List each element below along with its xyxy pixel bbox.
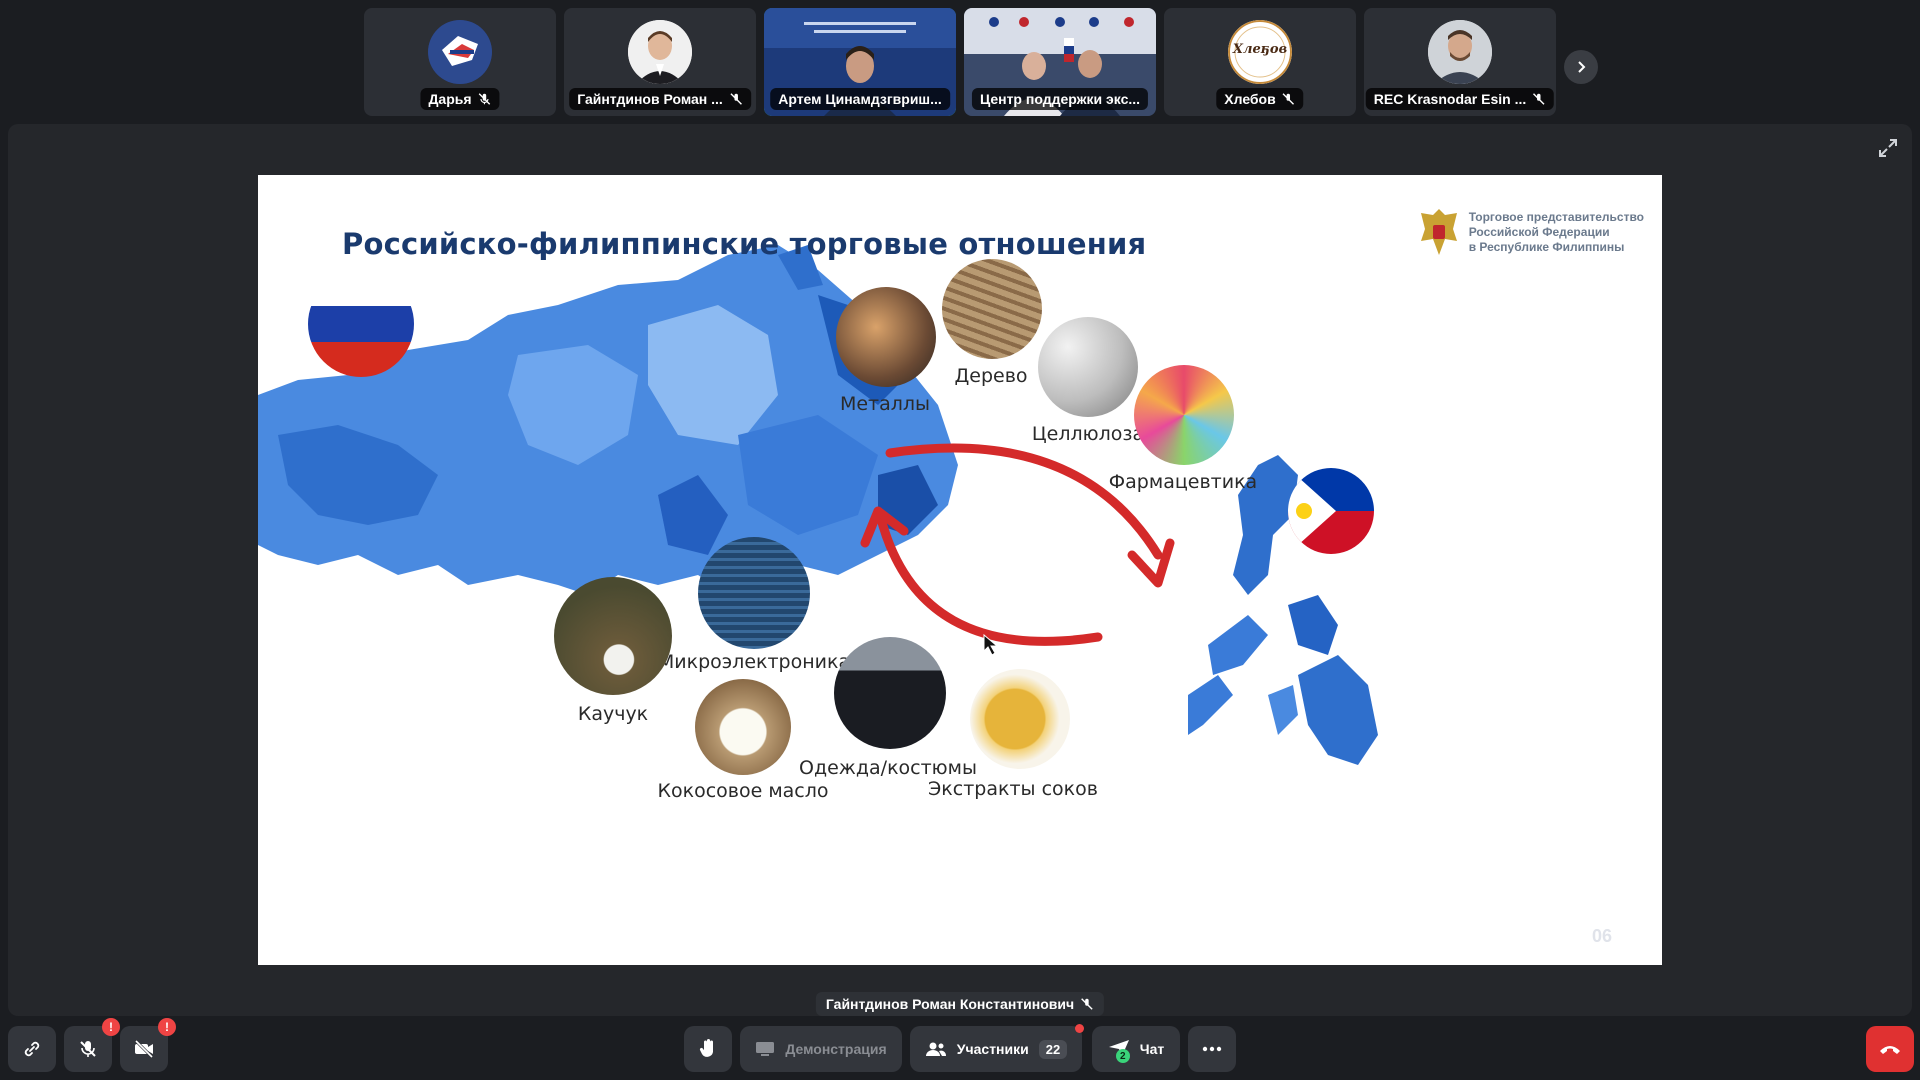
screen-share-button[interactable]: Демонстрация [740, 1026, 902, 1072]
import-label-juice-extracts: Экстракты соков [928, 778, 1098, 800]
cellulose-image [1038, 317, 1138, 417]
clothing-image [834, 637, 946, 749]
export-label-wood: Дерево [954, 365, 1028, 387]
next-participants-button[interactable] [1564, 50, 1598, 84]
hang-up-icon [1880, 1046, 1900, 1054]
chat-unread-badge: 2 [1115, 1049, 1130, 1063]
russian-emblem-icon [1420, 209, 1457, 255]
russia-flag-icon [308, 271, 414, 377]
mic-off-icon [1282, 93, 1295, 105]
participant-name-label: Центр поддержки экс... [971, 88, 1149, 110]
hand-icon [699, 1039, 713, 1057]
coconut-oil-image [695, 679, 791, 775]
import-label-coconut-oil: Кокосовое масло [657, 780, 829, 802]
camera-off-icon [134, 1039, 154, 1059]
import-label-rubber: Каучук [577, 703, 649, 725]
active-speaker-label: Гайнтдинов Роман Константинович [815, 992, 1105, 1016]
philippines-flag-icon [1288, 468, 1374, 554]
import-label-clothing: Одежда/костюмы [798, 757, 978, 779]
screen-share-icon [756, 1042, 775, 1056]
export-label-metals: Металлы [839, 393, 931, 415]
chat-button[interactable]: 2 Чат [1092, 1026, 1180, 1072]
participant-tile[interactable]: Хлеҕов Хлебов [1164, 8, 1356, 116]
participant-name-label: Гайнтдинов Роман ... [569, 88, 751, 110]
more-options-button[interactable] [1188, 1026, 1236, 1072]
participant-name-label: Хлебов [1216, 88, 1304, 110]
screen-share-stage: Российско-филиппинские торговые отношени… [8, 124, 1912, 1016]
link-icon [24, 1041, 40, 1057]
trade-mission-logo: Торговое представительство Российской Фе… [1417, 205, 1644, 259]
participant-tile-active[interactable]: Артем Цинамдзгвриш... [764, 8, 956, 116]
mic-off-icon [1081, 998, 1093, 1010]
metals-image [836, 287, 936, 387]
chevron-right-icon [1578, 61, 1586, 73]
fullscreen-icon[interactable] [1876, 136, 1900, 160]
bakery-logo: Хлеҕов [1232, 42, 1288, 57]
microelectronics-image [698, 537, 810, 649]
wood-image [942, 259, 1042, 359]
participant-strip: Дарья Гайнтдинов Роман ... Артем Цинамдз… [364, 8, 1556, 116]
participant-name-label: Дарья [420, 88, 500, 110]
export-label-cellulose: Целлюлоза [1031, 423, 1145, 445]
microphone-toggle-button[interactable]: ! [64, 1018, 120, 1072]
participant-tile[interactable]: Центр поддержки экс... [964, 8, 1156, 116]
mic-off-icon [478, 93, 491, 105]
trade-mission-line-2: Российской Федерации [1468, 224, 1610, 239]
people-icon [925, 1042, 946, 1056]
chat-label: Чат [1139, 1041, 1165, 1057]
participant-name-label: REC Krasnodar Esin ... [1365, 88, 1555, 110]
more-dots-icon [1202, 1046, 1222, 1052]
rubber-image [554, 577, 672, 695]
juice-extract-image [970, 669, 1070, 769]
end-call-button[interactable] [1866, 1026, 1914, 1072]
mic-off-icon [730, 93, 742, 105]
participant-name-label: Артем Цинамдзгвриш... [770, 88, 950, 110]
camera-warning-badge: ! [158, 1018, 176, 1036]
pharma-image [1134, 365, 1234, 465]
participant-avatar [428, 20, 492, 84]
camera-toggle-button[interactable]: ! [120, 1018, 176, 1072]
import-label-microelectronics: Микроэлектроника [657, 651, 851, 673]
participant-avatar [1428, 20, 1492, 84]
presentation-slide: Российско-филиппинские торговые отношени… [258, 175, 1662, 965]
participant-tile[interactable]: REC Krasnodar Esin ... [1364, 8, 1556, 116]
notification-dot [1075, 1024, 1084, 1033]
trade-mission-line-3: в Республике Филиппины [1468, 239, 1625, 254]
chat-icon-wrap: 2 [1108, 1039, 1130, 1063]
export-label-pharma: Фармацевтика [1108, 471, 1258, 493]
slide-title: Российско-филиппинские торговые отношени… [342, 227, 1147, 261]
participant-tile[interactable]: Гайнтдинов Роман ... [564, 8, 756, 116]
participants-button[interactable]: Участники 22 [910, 1024, 1084, 1072]
mic-off-icon [1533, 93, 1545, 105]
mic-off-icon [80, 1041, 96, 1057]
raise-hand-button[interactable] [684, 1026, 732, 1072]
trade-mission-line-1: Торговое представительство [1468, 209, 1644, 224]
participant-tile[interactable]: Дарья [364, 8, 556, 116]
screen-share-label: Демонстрация [785, 1041, 887, 1057]
participant-avatar: Хлеҕов [1228, 20, 1292, 84]
slide-page-number: 06 [1591, 926, 1612, 946]
participant-avatar [628, 20, 692, 84]
participants-count: 22 [1038, 1039, 1068, 1059]
mic-warning-badge: ! [102, 1018, 120, 1036]
participants-label: Участники [956, 1041, 1029, 1057]
copy-link-button[interactable] [8, 1026, 56, 1072]
